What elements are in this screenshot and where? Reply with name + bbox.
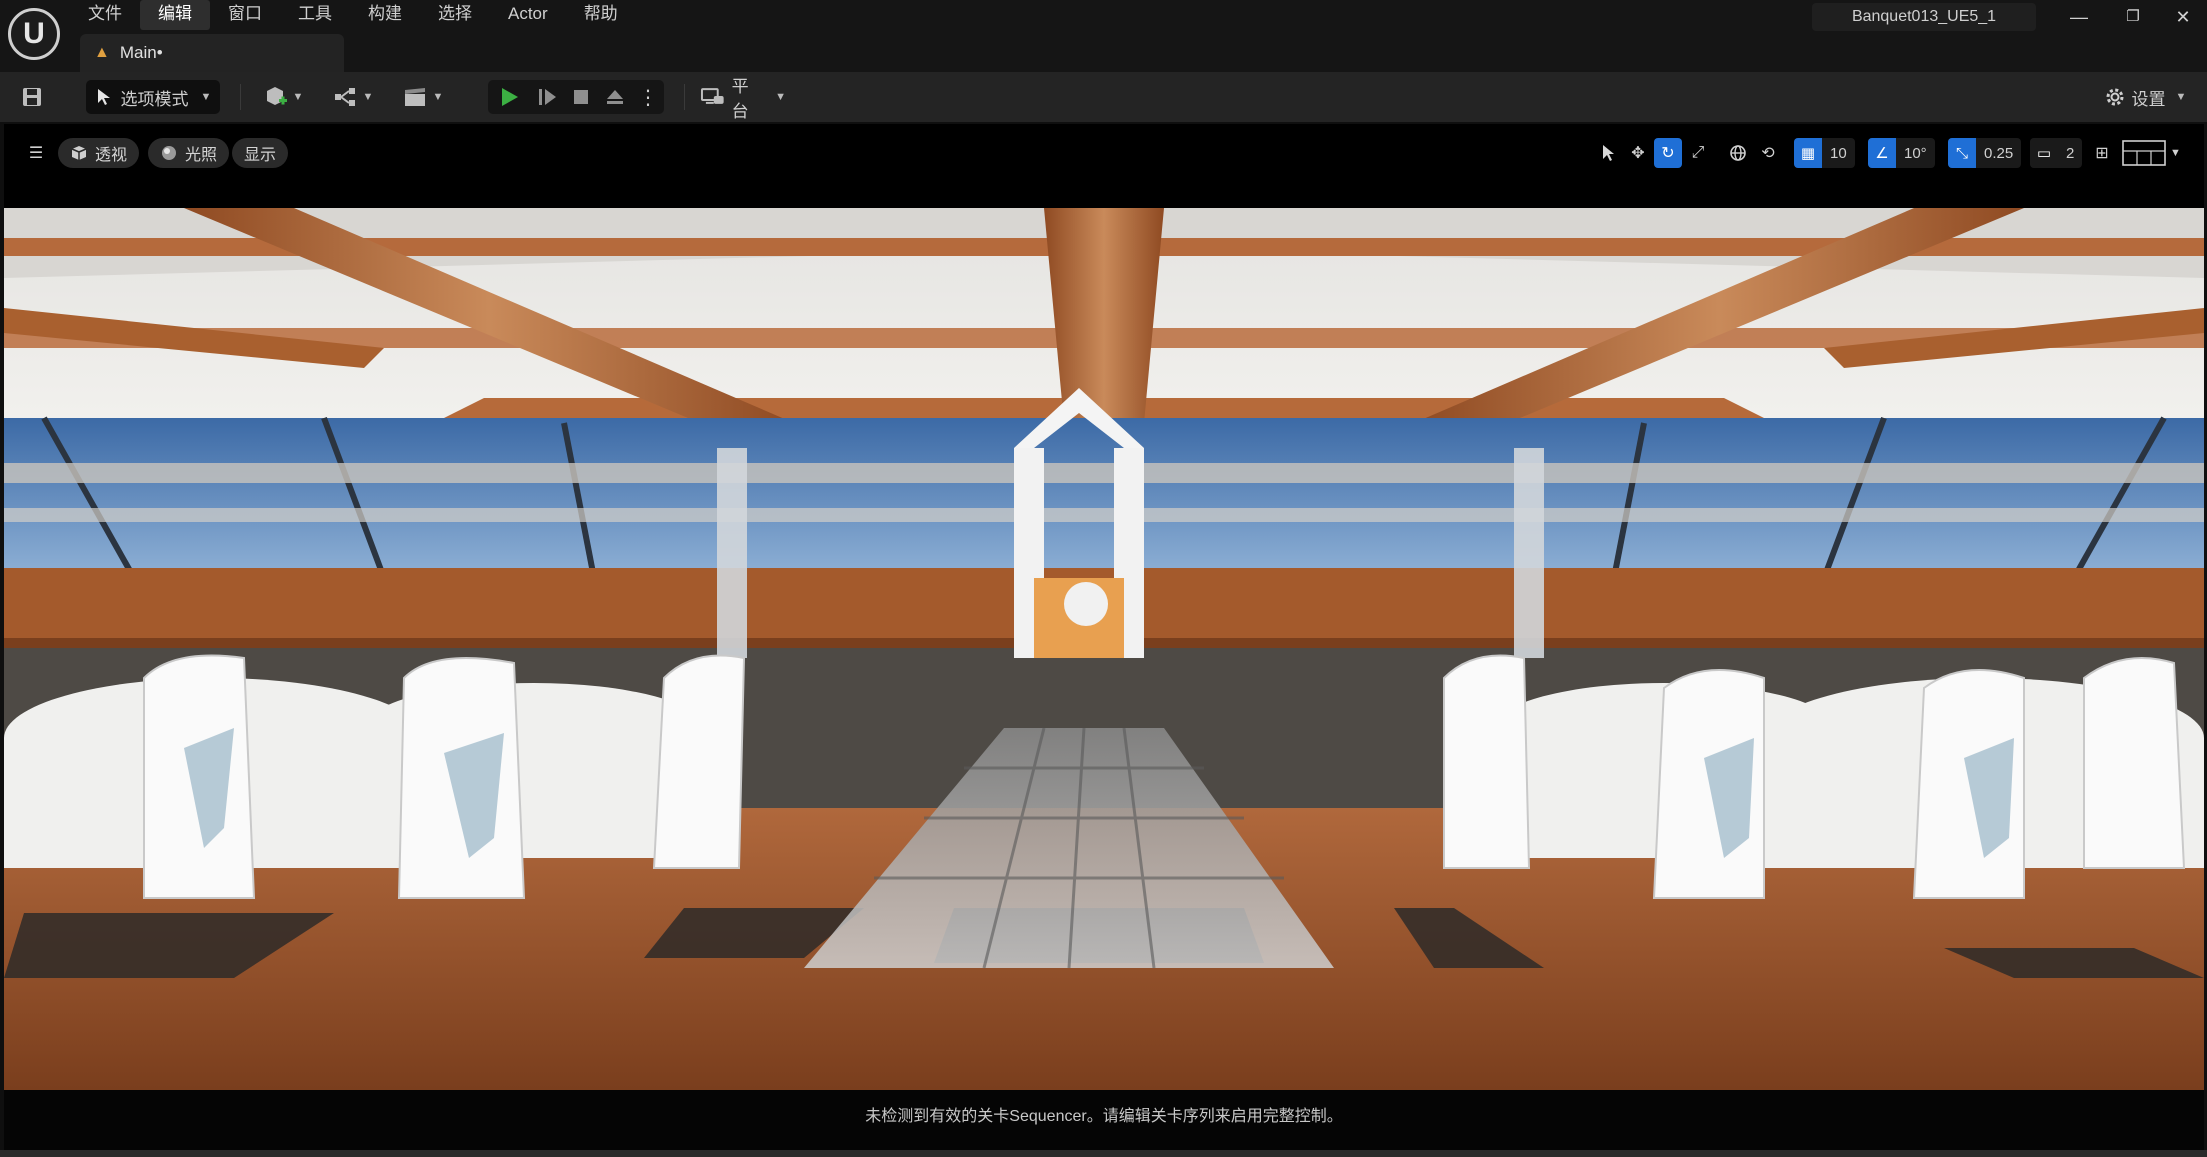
platform-icon — [700, 88, 724, 104]
perspective-label: 透视 — [95, 147, 128, 164]
viewport-render[interactable] — [4, 208, 2204, 1090]
world-space-button[interactable] — [1724, 138, 1752, 168]
move-arrows-icon: ✥ — [1631, 145, 1645, 162]
title-bar: U 文件 编辑 窗口 工具 构建 选择 Actor 帮助 Banquet013_… — [0, 0, 2207, 60]
main-toolbar: 选项模式 ▼ ▼ ▼ ▼ ⋮ 平台 ▼ 设置 ▼ — [0, 72, 2207, 122]
scale-snap-icon: ⤡ — [1948, 138, 1976, 168]
camera-speed-value: 2 — [2066, 144, 2075, 162]
document-tab-row: ▲ Main• — [0, 34, 2207, 72]
selection-mode-button[interactable]: 选项模式 ▼ — [86, 80, 220, 114]
menu-actor[interactable]: Actor — [490, 0, 566, 30]
platform-label: 平台 — [731, 77, 749, 121]
translate-tool-button[interactable]: ✥ — [1624, 138, 1652, 168]
play-options-icon[interactable]: ⋮ — [636, 80, 660, 114]
camera-icon: ▭ — [2030, 138, 2058, 168]
eject-button[interactable] — [598, 80, 632, 114]
add-actor-button[interactable]: ▼ — [258, 80, 308, 114]
viewport-layout-button[interactable]: ▼ — [2122, 138, 2186, 168]
save-button[interactable] — [14, 80, 50, 114]
lighting-button[interactable]: 光照 — [148, 138, 230, 168]
menu-window[interactable]: 窗口 — [210, 0, 280, 30]
scale-icon: ⤢ — [1691, 144, 1705, 161]
tab-main-label: Main• — [119, 43, 163, 62]
lighting-label: 光照 — [185, 147, 218, 164]
save-icon — [23, 88, 41, 106]
bottom-status-strip — [0, 1150, 2207, 1157]
rotation-snap-value: 10° — [1904, 144, 1927, 162]
cursor-mode-icon — [97, 89, 110, 105]
platform-button[interactable]: 平台 ▼ — [700, 77, 786, 121]
blueprint-button[interactable]: ▼ — [328, 80, 378, 114]
viewport-toolbar: ☰ 透视 光照 显示 ✥ ↻ ⤢ ⟲ ▦ 10 ∠ 10° ⤡ 0.25 ▭ 2… — [4, 124, 2204, 208]
toolbar-divider — [684, 84, 685, 110]
chevron-down-icon: ▼ — [775, 91, 786, 103]
scale-snap-control[interactable]: ⤡ 0.25 — [1948, 138, 2022, 168]
menu-bar: 文件 编辑 窗口 工具 构建 选择 Actor 帮助 — [70, 0, 636, 30]
chevron-down-icon: ▼ — [292, 91, 304, 103]
project-name-label: Banquet013_UE5_1 — [1812, 3, 2036, 31]
globe-icon — [1730, 145, 1746, 161]
unreal-logo-icon[interactable]: U — [8, 8, 60, 60]
perspective-button[interactable]: 透视 — [58, 138, 140, 168]
viewport-menu-button[interactable]: ☰ — [18, 138, 54, 168]
step-forward-button[interactable] — [530, 80, 564, 114]
clapperboard-icon — [404, 88, 425, 106]
cinematics-button[interactable]: ▼ — [398, 80, 448, 114]
grid-snap-control[interactable]: ▦ 10 — [1794, 138, 1855, 168]
cube-icon — [71, 146, 87, 160]
menu-build[interactable]: 构建 — [350, 0, 420, 30]
maximize-viewport-button[interactable]: ⊞ — [2088, 138, 2116, 168]
scale-snap-value: 0.25 — [1984, 144, 2014, 162]
scale-tool-button[interactable]: ⤢ — [1684, 138, 1712, 168]
chevron-down-icon: ▼ — [2175, 91, 2187, 103]
tab-main[interactable]: ▲ Main• — [80, 34, 344, 72]
level-viewport[interactable]: ☰ 透视 光照 显示 ✥ ↻ ⤢ ⟲ ▦ 10 ∠ 10° ⤡ 0.25 ▭ 2… — [4, 124, 2204, 1150]
rotate-tool-button[interactable]: ↻ — [1654, 138, 1682, 168]
camera-speed-control[interactable]: ▭ 2 — [2030, 138, 2083, 168]
rotation-snap-control[interactable]: ∠ 10° — [1868, 138, 1935, 168]
menu-file[interactable]: 文件 — [70, 0, 140, 30]
play-button[interactable] — [492, 80, 526, 114]
chevron-down-icon: ▼ — [2170, 147, 2181, 159]
surface-snap-icon: ⟲ — [1761, 145, 1775, 162]
surface-snap-button[interactable]: ⟲ — [1754, 138, 1782, 168]
select-tool-button[interactable] — [1594, 138, 1622, 168]
layout-grid-icon: ⊞ — [2095, 145, 2109, 162]
stop-icon — [574, 90, 588, 104]
menu-select[interactable]: 选择 — [420, 0, 490, 30]
grid-icon: ▦ — [1794, 138, 1822, 168]
sequencer-status-message: 未检测到有效的关卡Sequencer。请编辑关卡序列来启用完整控制。 — [4, 1090, 2204, 1150]
cursor-icon — [1603, 145, 1614, 161]
settings-label: 设置 — [2131, 89, 2166, 109]
menu-help[interactable]: 帮助 — [566, 0, 636, 30]
close-button[interactable]: ✕ — [2158, 0, 2207, 34]
play-icon — [502, 88, 518, 106]
gear-icon — [2106, 88, 2124, 106]
rotate-icon: ↻ — [1661, 145, 1675, 162]
show-label: 显示 — [244, 147, 277, 164]
add-actor-icon — [266, 87, 287, 105]
settings-button[interactable]: 设置 ▼ — [2102, 80, 2188, 114]
menu-edit[interactable]: 编辑 — [140, 0, 210, 30]
grid-snap-value: 10 — [1830, 144, 1847, 162]
blueprint-icon — [334, 88, 355, 106]
viewport-layout-icon — [2122, 140, 2166, 166]
toolbar-divider — [240, 84, 241, 110]
angle-icon: ∠ — [1868, 138, 1896, 168]
chevron-down-icon: ▼ — [200, 91, 212, 103]
chevron-down-icon: ▼ — [432, 91, 444, 103]
show-button[interactable]: 显示 — [232, 138, 289, 168]
chevron-down-icon: ▼ — [362, 91, 374, 103]
step-forward-icon — [539, 89, 556, 105]
eject-icon — [607, 90, 623, 104]
stop-button[interactable] — [564, 80, 598, 114]
lit-sphere-icon — [162, 146, 176, 160]
level-icon: ▲ — [94, 44, 110, 61]
minimize-button[interactable]: — — [2054, 0, 2104, 34]
restore-button[interactable]: ❐ — [2108, 0, 2158, 34]
hamburger-icon: ☰ — [28, 145, 44, 162]
selection-mode-label: 选项模式 — [120, 89, 189, 109]
menu-tools[interactable]: 工具 — [280, 0, 350, 30]
